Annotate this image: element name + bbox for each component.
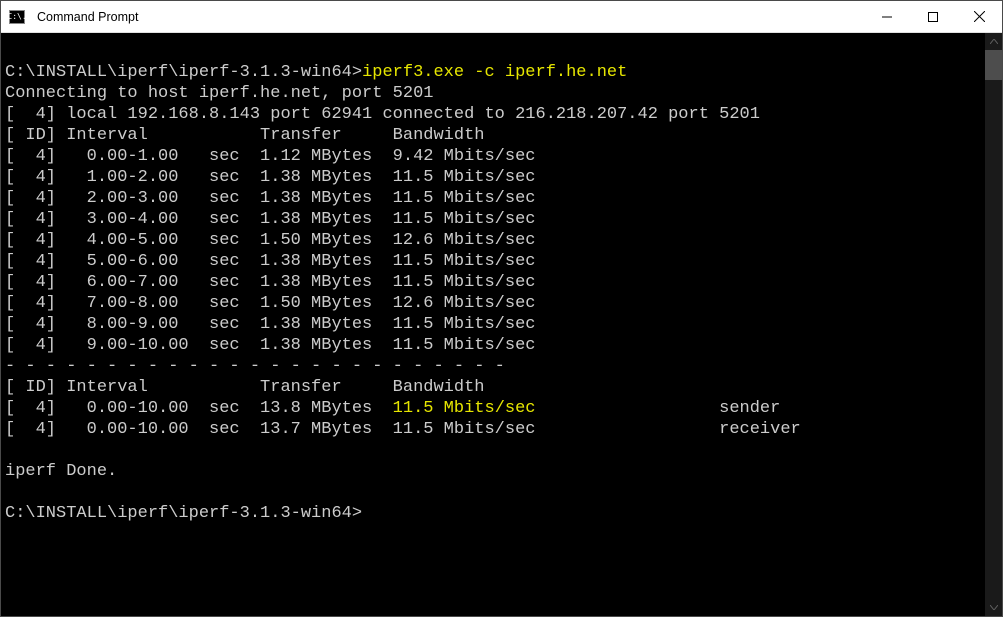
scroll-thumb[interactable]: [985, 50, 1002, 80]
terminal-area: C:\INSTALL\iperf\iperf-3.1.3-win64>iperf…: [1, 33, 1002, 616]
blank-line: [5, 42, 15, 61]
prompt-path-2: C:\INSTALL\iperf\iperf-3.1.3-win64>: [5, 504, 362, 523]
summary-receiver: [ 4] 0.00-10.00 sec 13.7 MBytes 11.5 Mbi…: [5, 420, 801, 439]
interval-row: [ 4] 6.00-7.00 sec 1.38 MBytes 11.5 Mbit…: [5, 273, 536, 292]
interval-row: [ 4] 9.00-10.00 sec 1.38 MBytes 11.5 Mbi…: [5, 336, 536, 355]
window-title: Command Prompt: [33, 10, 138, 24]
titlebar[interactable]: C:\. Command Prompt: [1, 1, 1002, 33]
close-button[interactable]: [956, 1, 1002, 32]
prompt-path: C:\INSTALL\iperf\iperf-3.1.3-win64>: [5, 63, 362, 82]
summary-sender-pre: [ 4] 0.00-10.00 sec 13.8 MBytes: [5, 399, 393, 418]
connecting-line: Connecting to host iperf.he.net, port 52…: [5, 84, 433, 103]
header-line: [ ID] Interval Transfer Bandwidth: [5, 126, 484, 145]
interval-row: [ 4] 1.00-2.00 sec 1.38 MBytes 11.5 Mbit…: [5, 168, 536, 187]
command-input: iperf3.exe -c iperf.he.net: [362, 63, 627, 82]
interval-row: [ 4] 3.00-4.00 sec 1.38 MBytes 11.5 Mbit…: [5, 210, 536, 229]
summary-sender-bandwidth: 11.5 Mbits/sec: [393, 399, 536, 418]
window-icon: C:\.: [1, 1, 33, 33]
minimize-button[interactable]: [864, 1, 910, 32]
summary-header: [ ID] Interval Transfer Bandwidth: [5, 378, 484, 397]
interval-row: [ 4] 8.00-9.00 sec 1.38 MBytes 11.5 Mbit…: [5, 315, 536, 334]
scroll-up-icon[interactable]: [985, 33, 1002, 50]
done-line: iperf Done.: [5, 462, 117, 481]
scrollbar[interactable]: [985, 33, 1002, 616]
local-line: [ 4] local 192.168.8.143 port 62941 conn…: [5, 105, 760, 124]
summary-sender-post: sender: [536, 399, 781, 418]
separator-line: - - - - - - - - - - - - - - - - - - - - …: [5, 357, 505, 376]
interval-row: [ 4] 7.00-8.00 sec 1.50 MBytes 12.6 Mbit…: [5, 294, 536, 313]
maximize-button[interactable]: [910, 1, 956, 32]
interval-row: [ 4] 0.00-1.00 sec 1.12 MBytes 9.42 Mbit…: [5, 147, 536, 166]
window-controls: [864, 1, 1002, 32]
interval-row: [ 4] 5.00-6.00 sec 1.38 MBytes 11.5 Mbit…: [5, 252, 536, 271]
interval-row: [ 4] 2.00-3.00 sec 1.38 MBytes 11.5 Mbit…: [5, 189, 536, 208]
scroll-down-icon[interactable]: [985, 599, 1002, 616]
interval-row: [ 4] 4.00-5.00 sec 1.50 MBytes 12.6 Mbit…: [5, 231, 536, 250]
window-icon-text: C:\.: [7, 13, 26, 21]
terminal-output[interactable]: C:\INSTALL\iperf\iperf-3.1.3-win64>iperf…: [1, 33, 985, 616]
